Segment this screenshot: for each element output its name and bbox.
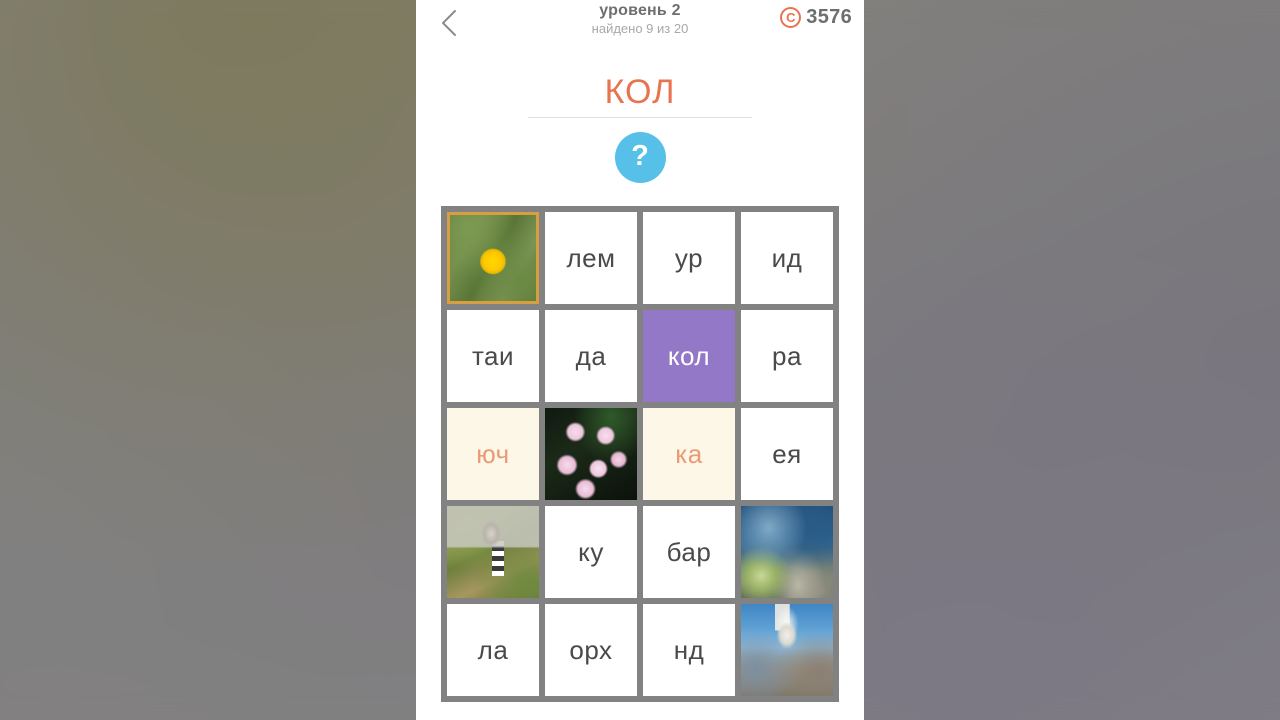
tile-syllable[interactable]: ка <box>643 408 735 500</box>
coin-count: 3576 <box>806 6 852 28</box>
current-word: КОЛ <box>604 73 676 111</box>
tile-syllable[interactable]: лем <box>545 212 637 304</box>
app-header: уровень 2 найдено 9 из 20 C 3576 <box>416 0 864 52</box>
tile-label: да <box>575 340 607 371</box>
tile-label: ид <box>771 242 803 273</box>
current-word-area: КОЛ <box>416 72 864 118</box>
tile-label: бар <box>666 536 712 567</box>
dandelion-photo <box>450 215 536 301</box>
tile-label: таи <box>471 340 515 371</box>
chevron-left-icon <box>439 8 459 38</box>
tile-label: лем <box>566 242 616 273</box>
tile-label: кол <box>667 340 711 371</box>
tile-label: ур <box>674 242 704 273</box>
tile-syllable[interactable]: юч <box>447 408 539 500</box>
tile-syllable[interactable]: таи <box>447 310 539 402</box>
screen: уровень 2 найдено 9 из 20 C 3576 КОЛ ? л… <box>0 0 1280 720</box>
tile-image[interactable] <box>741 604 833 696</box>
tile-syllable[interactable]: ур <box>643 212 735 304</box>
tile-syllable[interactable]: ра <box>741 310 833 402</box>
game-panel: уровень 2 найдено 9 из 20 C 3576 КОЛ ? л… <box>416 0 864 720</box>
statue-photo <box>741 604 833 696</box>
coin-balance[interactable]: C 3576 <box>780 6 852 29</box>
tile-label: ея <box>772 438 802 469</box>
back-button[interactable] <box>426 0 472 46</box>
tile-image[interactable] <box>741 506 833 598</box>
word-underline <box>528 117 752 118</box>
tile-syllable[interactable]: ея <box>741 408 833 500</box>
orchid-photo <box>545 408 637 500</box>
hint-button[interactable]: ? <box>614 132 666 183</box>
tile-image[interactable] <box>447 506 539 598</box>
coin-icon: C <box>780 7 802 28</box>
lemur-photo <box>447 506 539 598</box>
tile-syllable[interactable]: ид <box>741 212 833 304</box>
tile-syllable[interactable]: ла <box>447 604 539 696</box>
tile-grid-wrap: лем ур ид таи да кол ра юч ка ея ку бар ла орх нд <box>416 206 864 702</box>
tile-image[interactable] <box>447 212 539 304</box>
hint-area: ? <box>416 132 864 183</box>
tile-syllable[interactable]: бар <box>643 506 735 598</box>
tile-label: ку <box>578 536 604 567</box>
tile-label: орх <box>569 634 613 665</box>
tile-label: ла <box>477 634 509 665</box>
tile-syllable[interactable]: да <box>545 310 637 402</box>
tile-image[interactable] <box>545 408 637 500</box>
tile-label: ка <box>675 438 703 469</box>
tile-syllable[interactable]: нд <box>643 604 735 696</box>
tile-label: ра <box>772 340 802 371</box>
tile-syllable[interactable]: орх <box>545 604 637 696</box>
tile-label: нд <box>673 634 705 665</box>
tile-label: юч <box>476 438 510 469</box>
reef-photo <box>741 506 833 598</box>
tile-syllable[interactable]: кол <box>643 310 735 402</box>
tile-syllable[interactable]: ку <box>545 506 637 598</box>
tile-grid: лем ур ид таи да кол ра юч ка ея ку бар ла орх нд <box>441 206 839 702</box>
